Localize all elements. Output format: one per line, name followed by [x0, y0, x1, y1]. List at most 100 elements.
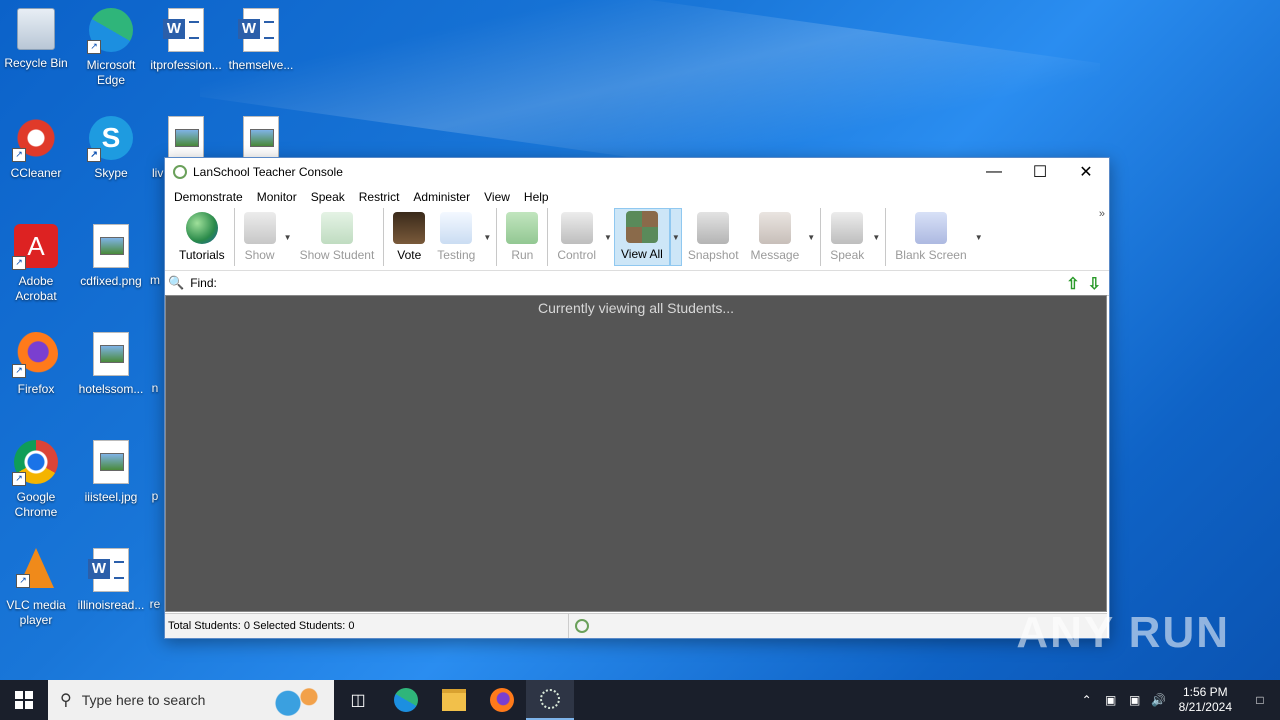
desktop-icon-skype[interactable]: S ↗ Skype [75, 116, 147, 181]
clock[interactable]: 1:56 PM 8/21/2024 [1171, 685, 1240, 715]
firefox-icon [490, 688, 514, 712]
folder-icon [442, 689, 466, 711]
status-bar: Total Students: 0 Selected Students: 0 [165, 613, 1107, 638]
minimize-button[interactable]: — [971, 158, 1017, 186]
desktop-icon-vlc[interactable]: ↗ VLC media player [0, 548, 72, 628]
search-highlight-art-icon [260, 684, 330, 716]
desktop-icon-google-chrome[interactable]: ↗ Google Chrome [0, 440, 72, 520]
notification-icon[interactable]: □ [1240, 693, 1280, 707]
toolbar-separator [820, 208, 822, 266]
chevron-up-icon[interactable]: ⌃ [1075, 693, 1099, 707]
show-button[interactable]: Show [238, 208, 282, 266]
menu-restrict[interactable]: Restrict [352, 190, 407, 204]
meet-now-icon[interactable]: ▣ [1099, 693, 1123, 707]
shortcut-arrow-icon: ↗ [12, 148, 26, 162]
desktop-icon-itprofession[interactable]: W itprofession... [150, 8, 222, 73]
window-title: LanSchool Teacher Console [193, 165, 343, 179]
desktop-icon-recycle-bin[interactable]: Recycle Bin [0, 8, 72, 71]
menu-administer[interactable]: Administer [406, 190, 477, 204]
message-dropdown-arrow[interactable]: ▼ [805, 208, 817, 266]
start-button[interactable] [0, 680, 48, 720]
menu-help[interactable]: Help [517, 190, 556, 204]
view-all-dropdown-arrow[interactable]: ▼ [669, 208, 682, 266]
testing-dropdown-arrow[interactable]: ▼ [481, 208, 493, 266]
student-view-area[interactable]: Currently viewing all Students... [165, 295, 1107, 612]
desktop-icon-adobe-acrobat[interactable]: A ↗ Adobe Acrobat [0, 224, 72, 304]
show-dropdown-arrow[interactable]: ▼ [282, 208, 294, 266]
control-dropdown-arrow[interactable]: ▼ [602, 208, 614, 266]
volume-icon[interactable]: 🔊 [1147, 693, 1171, 707]
title-bar[interactable]: LanSchool Teacher Console — ☐ ✕ [165, 158, 1109, 186]
student-screen-icon [320, 212, 353, 244]
testing-button[interactable]: Testing [431, 208, 481, 266]
shortcut-arrow-icon: ↗ [12, 256, 26, 270]
arrow-down-icon[interactable]: ⇩ [1088, 274, 1101, 294]
firefox-icon: ↗ [12, 332, 58, 378]
snapshot-button[interactable]: Snapshot [682, 208, 745, 266]
windows-logo-icon [15, 691, 33, 709]
acrobat-icon: A ↗ [12, 224, 58, 270]
shortcut-arrow-icon: ↗ [12, 472, 26, 486]
menu-demonstrate[interactable]: Demonstrate [167, 190, 250, 204]
blank-screen-dropdown-arrow[interactable]: ▼ [973, 208, 985, 266]
desktop-icon-firefox[interactable]: ↗ Firefox [0, 332, 72, 397]
menu-speak[interactable]: Speak [304, 190, 352, 204]
view-all-button[interactable]: View All [614, 208, 670, 266]
speak-button[interactable]: Speak [824, 208, 870, 266]
arrow-up-icon[interactable]: ⇧ [1066, 274, 1079, 294]
ccleaner-icon: ↗ [12, 116, 58, 162]
image-file-icon [168, 116, 204, 160]
desktop-icon-iiisteel[interactable]: iiisteel.jpg [75, 440, 147, 505]
message-button[interactable]: Message [745, 208, 806, 266]
toolbar-overflow-chevron-icon[interactable]: » [1099, 208, 1105, 220]
desktop-icon-microsoft-edge[interactable]: ↗ Microsoft Edge [75, 8, 147, 88]
taskbar-firefox-button[interactable] [478, 680, 526, 720]
edge-icon [394, 688, 418, 712]
task-view-icon: ◫ [350, 692, 366, 709]
run-button[interactable]: Run [500, 208, 544, 266]
task-view-button[interactable]: ◫ [334, 680, 382, 720]
toolbar-separator [547, 208, 549, 266]
clock-time: 1:56 PM [1182, 685, 1228, 699]
taskbar: ⚲ Type here to search ◫ ⌃ ▣ ▣ 🔊 1:56 PM … [0, 680, 1280, 720]
message-person-icon [758, 212, 791, 244]
edge-icon: ↗ [87, 8, 133, 54]
desktop-icon-themselve[interactable]: W themselve... [225, 8, 297, 73]
taskbar-file-explorer-button[interactable] [430, 680, 478, 720]
test-sheet-icon [440, 212, 473, 244]
word-document-icon: W [163, 8, 204, 52]
word-document-icon: W [88, 548, 129, 592]
blank-screen-button[interactable]: Blank Screen [889, 208, 972, 266]
speak-dropdown-arrow[interactable]: ▼ [870, 208, 882, 266]
find-label: Find: [190, 276, 217, 290]
taskbar-search-box[interactable]: ⚲ Type here to search [48, 680, 334, 720]
vote-button[interactable]: Vote [387, 208, 431, 266]
desktop-icon-ccleaner[interactable]: ↗ CCleaner [0, 116, 72, 181]
vlc-cone-icon: ↗ [16, 548, 54, 588]
maximize-button[interactable]: ☐ [1017, 158, 1063, 186]
menu-view[interactable]: View [477, 190, 517, 204]
control-button[interactable]: Control [551, 208, 602, 266]
taskbar-edge-button[interactable] [382, 680, 430, 720]
network-icon[interactable]: ▣ [1123, 693, 1147, 707]
find-input[interactable] [224, 272, 1049, 294]
tutorials-button[interactable]: Tutorials [173, 208, 231, 266]
show-student-button[interactable]: Show Student [294, 208, 381, 266]
taskbar-lanschool-button[interactable] [526, 680, 574, 720]
close-button[interactable]: ✕ [1063, 158, 1109, 186]
camera-icon [697, 212, 730, 244]
menu-bar: Demonstrate Monitor Speak Restrict Admin… [165, 186, 1109, 208]
image-file-icon [93, 224, 129, 268]
desktop-icon-cdfixed[interactable]: cdfixed.png [75, 224, 147, 289]
image-file-icon [243, 116, 279, 160]
thumbnails-grid-icon [625, 211, 658, 243]
desktop-icon-illinoisread[interactable]: W illinoisread... [75, 548, 147, 613]
toolbar-separator [885, 208, 887, 266]
image-file-icon [93, 332, 129, 376]
remote-control-icon [560, 212, 593, 244]
chrome-icon: ↗ [12, 440, 58, 486]
desktop-icon-hotelssom[interactable]: hotelssom... [75, 332, 147, 397]
lanschool-window: LanSchool Teacher Console — ☐ ✕ Demonstr… [164, 157, 1110, 639]
run-exit-icon [506, 212, 539, 244]
menu-monitor[interactable]: Monitor [250, 190, 304, 204]
